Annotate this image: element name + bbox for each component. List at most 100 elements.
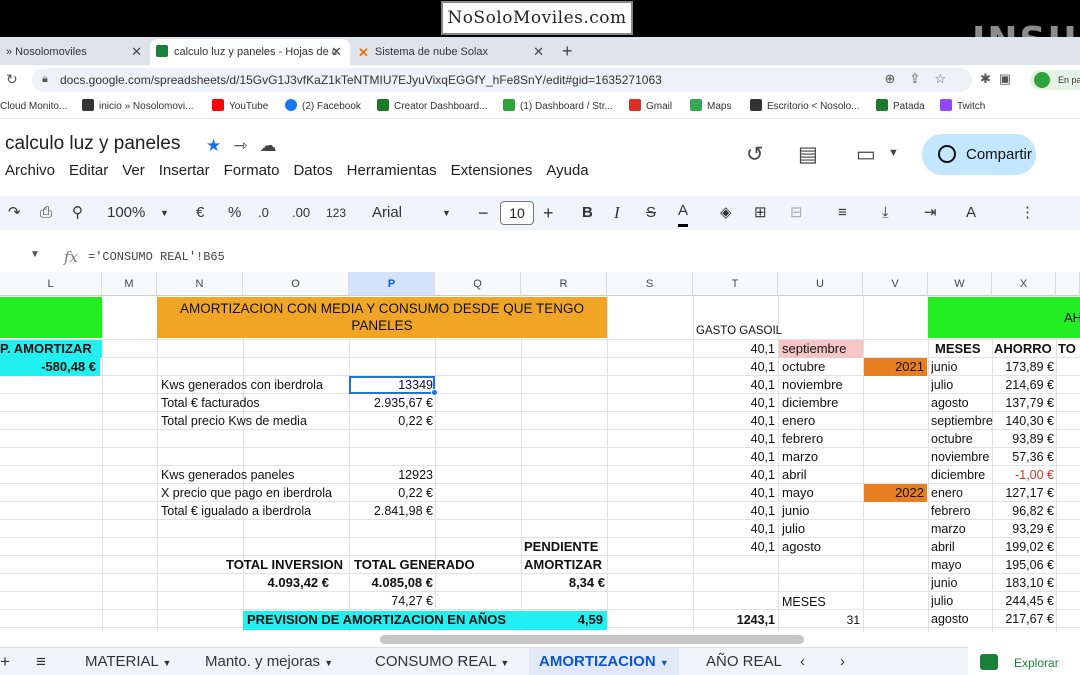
- ahorro-month[interactable]: agosto: [931, 394, 993, 412]
- ahorro-value[interactable]: 96,82 €: [992, 502, 1054, 520]
- menu-ver[interactable]: Ver: [122, 162, 145, 179]
- prevision-label[interactable]: PREVISION DE AMORTIZACION EN AÑOS: [243, 611, 521, 630]
- ahorro-value[interactable]: 137,79 €: [992, 394, 1054, 412]
- vertical-align-icon[interactable]: ⤓: [882, 196, 889, 230]
- column-header-o[interactable]: O: [243, 272, 349, 296]
- gasoil-value[interactable]: 40,1: [693, 358, 775, 376]
- share-button[interactable]: Compartir: [922, 134, 1036, 175]
- menu-insertar[interactable]: Insertar: [159, 162, 210, 179]
- bookmark-twitch[interactable]: Twitch: [940, 95, 985, 119]
- chevron-down-icon[interactable]: ▼: [160, 196, 169, 230]
- prevision-value[interactable]: 4,59: [521, 611, 607, 630]
- more-options-icon[interactable]: ⋮: [1020, 196, 1035, 230]
- gasoil-month[interactable]: septiembre: [779, 340, 863, 358]
- value-precio-media[interactable]: 0,22 €: [349, 412, 433, 430]
- lock-icon[interactable]: 🔒︎: [42, 73, 48, 86]
- column-header-q[interactable]: Q: [435, 272, 521, 296]
- gasoil-value[interactable]: 40,1: [693, 376, 775, 394]
- formula-input[interactable]: ='CONSUMO REAL'!B65: [88, 250, 225, 264]
- column-header-s[interactable]: S: [607, 272, 693, 296]
- label-kws-iberdrola[interactable]: Kws generados con iberdrola: [161, 376, 349, 394]
- ahorro-value[interactable]: 140,30 €: [992, 412, 1054, 430]
- ahorro-value[interactable]: 199,02 €: [992, 538, 1054, 556]
- merge-cells-icon[interactable]: ⊟: [790, 196, 803, 230]
- menu-herramientas[interactable]: Herramientas: [347, 162, 437, 179]
- label-precio-media[interactable]: Total precio Kws de media: [161, 412, 349, 430]
- ahorro-value[interactable]: 57,36 €: [992, 448, 1054, 466]
- sidepanel-icon[interactable]: ▣: [999, 71, 1019, 86]
- gasoil-month[interactable]: diciembre: [779, 394, 863, 412]
- extensions-icon[interactable]: ✱: [980, 71, 999, 86]
- zoom-icon[interactable]: ⊕: [885, 71, 910, 86]
- label-total-igualado[interactable]: Total € igualado a iberdrola: [161, 502, 349, 520]
- sheet-tab-amortizacion[interactable]: AMORTIZACION ▼: [529, 648, 679, 675]
- close-icon[interactable]: ✕: [131, 39, 142, 65]
- gasoil-value[interactable]: 40,1: [693, 394, 775, 412]
- move-folder-icon[interactable]: ⇾: [233, 136, 259, 155]
- gasoil-month[interactable]: octubre: [779, 358, 863, 376]
- menu-archivo[interactable]: Archivo: [5, 162, 55, 179]
- column-header-n[interactable]: N: [157, 272, 243, 296]
- horizontal-scrollbar[interactable]: [380, 635, 804, 644]
- bold-button[interactable]: B: [582, 196, 593, 230]
- meses-label[interactable]: MESES: [782, 593, 862, 611]
- text-wrap-icon[interactable]: ⇥: [924, 196, 937, 230]
- redo-icon[interactable]: ↷: [8, 196, 21, 230]
- gasoil-value[interactable]: 40,1: [693, 502, 775, 520]
- value-precio-pago[interactable]: 0,22 €: [349, 484, 433, 502]
- gasoil-value[interactable]: 40,1: [693, 520, 775, 538]
- scroll-right-icon[interactable]: ›: [840, 648, 845, 675]
- text-color-button[interactable]: A: [678, 196, 689, 227]
- text-rotation-icon[interactable]: A: [966, 196, 976, 230]
- comments-icon[interactable]: ▤: [798, 142, 818, 167]
- amortizar-value[interactable]: -580,48 €: [0, 358, 100, 376]
- ahorro-value[interactable]: 127,17 €: [992, 484, 1054, 502]
- ahorro-month[interactable]: junio: [931, 358, 993, 376]
- chevron-down-icon[interactable]: ▼: [163, 658, 172, 668]
- explore-button[interactable]: Explorar: [968, 647, 1080, 675]
- browser-tab-sheets[interactable]: calculo luz y paneles - Hojas de c ✕: [150, 39, 350, 65]
- bookmark-gmail[interactable]: Gmail: [629, 95, 672, 119]
- total-generado-value[interactable]: 4.085,08 €: [349, 574, 433, 592]
- zoom-select[interactable]: 100%: [107, 196, 145, 230]
- horizontal-align-icon[interactable]: ≡: [838, 196, 847, 230]
- ahorro-month[interactable]: febrero: [931, 502, 993, 520]
- decrease-decimal-button[interactable]: .0: [258, 196, 269, 230]
- history-icon[interactable]: ↺: [746, 142, 764, 167]
- bookmark-dashboard-str[interactable]: (1) Dashboard / Str...: [503, 95, 613, 119]
- close-icon[interactable]: ✕: [533, 39, 544, 65]
- chevron-down-icon[interactable]: ▼: [500, 658, 509, 668]
- column-header-v[interactable]: V: [863, 272, 928, 296]
- percent-format-button[interactable]: %: [228, 196, 241, 230]
- gasoil-month[interactable]: febrero: [779, 430, 863, 448]
- value-total-facturados[interactable]: 2.935,67 €: [349, 394, 433, 412]
- number-format-button[interactable]: 123: [326, 196, 346, 230]
- menu-datos[interactable]: Datos: [293, 162, 332, 179]
- increase-decimal-button[interactable]: .00: [292, 196, 310, 230]
- meses-value[interactable]: 31: [778, 611, 860, 629]
- ahorro-header-ahorro[interactable]: AHORRO: [994, 340, 1056, 358]
- ahorro-month[interactable]: junio: [931, 574, 993, 592]
- column-header-l[interactable]: L: [0, 272, 102, 296]
- ahorro-value[interactable]: 93,29 €: [992, 520, 1054, 538]
- label-total-facturados[interactable]: Total € facturados: [161, 394, 349, 412]
- bookmark-maps[interactable]: Maps: [690, 95, 731, 119]
- gasoil-month[interactable]: julio: [779, 520, 863, 538]
- ahorro-month[interactable]: diciembre: [931, 466, 993, 484]
- total-inversion-label[interactable]: TOTAL INVERSION: [157, 556, 343, 574]
- gasoil-total[interactable]: 1243,1: [693, 611, 775, 629]
- menu-extensiones[interactable]: Extensiones: [451, 162, 533, 179]
- add-sheet-icon[interactable]: +: [0, 648, 10, 675]
- paint-format-icon[interactable]: ⚲: [72, 196, 83, 230]
- fill-color-icon[interactable]: ◈: [720, 196, 732, 230]
- gasoil-value[interactable]: 40,1: [693, 448, 775, 466]
- profile-chip[interactable]: En pa: [1030, 70, 1080, 90]
- bookmark-escritorio[interactable]: Escritorio < Nosolo...: [750, 95, 860, 119]
- currency-format-button[interactable]: €: [196, 196, 204, 230]
- font-size-input[interactable]: 10: [500, 201, 534, 225]
- ahorro-value[interactable]: 93,89 €: [992, 430, 1054, 448]
- bookmark-nosolomoviles[interactable]: inicio » Nosolomovi...: [82, 95, 193, 119]
- reload-icon[interactable]: ↻: [6, 71, 18, 88]
- total-inversion-value[interactable]: 4.093,42 €: [157, 574, 329, 592]
- gasoil-month[interactable]: enero: [779, 412, 863, 430]
